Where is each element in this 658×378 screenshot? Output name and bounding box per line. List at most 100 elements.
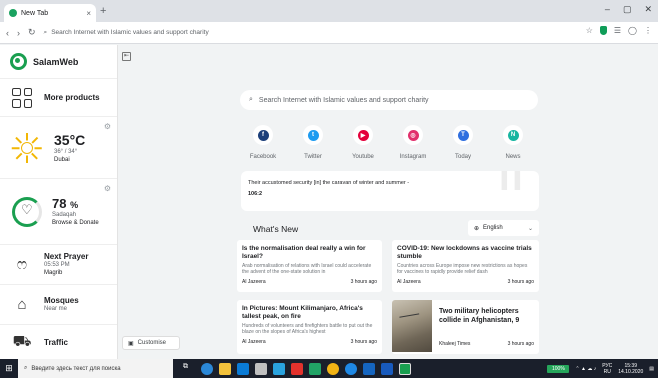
mosque-icon: ⌂ [17, 295, 27, 313]
sadaqah-settings-gear-icon[interactable]: ⚙ [104, 184, 111, 193]
customise-button[interactable]: ▣ Customise [122, 336, 180, 350]
photos-icon[interactable] [363, 362, 375, 375]
salamweb-taskbar-icon[interactable] [399, 362, 411, 375]
salamweb-logo-icon [10, 53, 27, 70]
car-icon: ⛟ [12, 333, 32, 350]
verse-text: Their accustomed security [in] the carav… [248, 180, 410, 186]
brand[interactable]: SalamWeb [0, 45, 117, 79]
toolbar-actions: ☆ ☰ ◯ ⋮ [586, 26, 652, 35]
sidebar-item-sadaqah[interactable]: ⚙ 78 % Sadaqah Browse & Donate [0, 179, 117, 245]
instagram-icon: ◎ [407, 129, 419, 141]
news-icon: N [507, 129, 519, 141]
address-bar[interactable]: ⌕ Search Internet with Islamic values an… [43, 24, 584, 41]
word-icon[interactable] [381, 362, 393, 375]
news-desc: Hundreds of volunteers and firefighters … [242, 323, 373, 335]
news-title: In Pictures: Mount Kilimanjaro, Africa's… [242, 305, 363, 320]
close-tab-icon[interactable]: × [86, 9, 91, 18]
shortcut-youtube[interactable]: ▶ Youtube [342, 125, 384, 160]
shortcut-facebook[interactable]: f Facebook [242, 125, 284, 160]
app-blue-icon[interactable] [273, 362, 285, 375]
new-tab-plus-icon[interactable]: + [100, 5, 106, 17]
sadaqah-percent: 78 % [52, 196, 79, 211]
prayer-name: Magrib [44, 270, 63, 276]
reload-icon[interactable]: ↻ [28, 27, 36, 38]
maximize-icon[interactable]: ▢ [623, 4, 632, 15]
app-globe-icon[interactable] [345, 362, 357, 375]
address-placeholder: Search Internet with Islamic values and … [51, 29, 209, 36]
sadaqah-title: Sadaqah [52, 212, 77, 218]
browser-toolbar: ‹ › ↻ ⌕ Search Internet with Islamic val… [0, 22, 658, 44]
window-controls: – ▢ ✕ [605, 4, 652, 15]
taskbar-search[interactable]: ⌕ Введите здесь текст для поиска [18, 359, 173, 378]
shortcut-today[interactable]: T Today [442, 125, 484, 160]
task-view-icon[interactable]: ⧉ [183, 363, 195, 375]
reading-list-icon[interactable]: ☰ [614, 26, 621, 35]
app-red-icon[interactable] [291, 362, 303, 375]
mosques-subtitle: Near me [44, 306, 68, 312]
tab-new-tab[interactable]: New Tab × [4, 4, 96, 22]
news-source: Khaleej Times [439, 341, 471, 347]
news-card[interactable]: In Pictures: Mount Kilimanjaro, Africa's… [237, 300, 382, 354]
facebook-icon: f [257, 129, 269, 141]
sidebar-item-mosques[interactable]: ⌂ Mosques Near me [0, 285, 117, 325]
edge-icon[interactable] [201, 362, 213, 375]
excel-icon[interactable] [309, 362, 321, 375]
close-window-icon[interactable]: ✕ [644, 4, 652, 15]
sidebar-item-weather[interactable]: ⚙ 35°C 36° / 34° Dubai [0, 117, 117, 179]
news-title: Is the normalisation deal really a win f… [242, 245, 366, 260]
search-input[interactable]: ⌕ Search Internet with Islamic values an… [240, 90, 538, 110]
sidebar-item-prayer[interactable]: ෆ Next Prayer 05:53 PM Magrib [0, 245, 117, 285]
news-heading: What's New [253, 224, 299, 234]
notifications-icon[interactable]: ▤ [649, 366, 654, 372]
back-icon[interactable]: ‹ [6, 28, 9, 38]
chrome-icon[interactable] [327, 362, 339, 375]
forward-icon[interactable]: › [17, 28, 20, 38]
quran-verse-card: " Their accustomed security [in] the car… [241, 171, 539, 211]
news-desc: Arab normalisation of relations with Isr… [242, 263, 372, 275]
news-card[interactable]: Two military helicopters collide in Afgh… [392, 300, 539, 354]
news-title: COVID-19: New lockdowns as vaccine trial… [397, 245, 532, 260]
news-card[interactable]: Is the normalisation deal really a win f… [237, 240, 382, 292]
shortcut-twitter[interactable]: t Twitter [292, 125, 334, 160]
system-tray: 100% ⌃ ▲ ☁ ♪ РУС RU 15:39 14.10.2020 ▤ [547, 359, 654, 378]
twitter-icon: t [307, 129, 319, 141]
file-explorer-icon[interactable] [219, 362, 231, 375]
mosques-title: Mosques [44, 296, 79, 305]
battery-indicator[interactable]: 100% [547, 364, 570, 373]
globe-icon: ⊕ [474, 225, 480, 232]
taskbar-apps: ⧉ [183, 362, 411, 375]
quote-mark-icon: " [495, 171, 527, 211]
collapse-sidebar-icon[interactable]: ⇤ [122, 52, 131, 61]
youtube-icon: ▶ [357, 129, 369, 141]
customise-label: Customise [137, 340, 167, 346]
sadaqah-gauge-icon [12, 196, 42, 227]
tray-icons[interactable]: ⌃ ▲ ☁ ♪ [575, 366, 596, 372]
minimize-icon[interactable]: – [605, 4, 610, 15]
bookmark-star-icon[interactable]: ☆ [586, 26, 593, 35]
shortcut-news[interactable]: N News [492, 125, 534, 160]
shortcut-label: Facebook [249, 154, 277, 160]
main-content: ⇤ ⌕ Search Internet with Islamic values … [118, 45, 658, 359]
windows-start-icon[interactable]: ⊞ [0, 363, 18, 374]
tray-clock[interactable]: 15:39 14.10.2020 [618, 363, 643, 375]
sidebar-item-traffic[interactable]: ⛟ Traffic [0, 325, 117, 359]
shortcuts: f Facebook t Twitter ▶ Youtube ◎ Instagr… [242, 125, 534, 160]
news-image [392, 300, 432, 352]
news-desc: Countries across Europe impose new restr… [397, 263, 528, 275]
news-card[interactable]: COVID-19: New lockdowns as vaccine trial… [392, 240, 539, 292]
app-icon[interactable] [255, 362, 267, 375]
weather-settings-gear-icon[interactable]: ⚙ [104, 122, 111, 131]
profile-icon[interactable]: ◯ [628, 26, 637, 35]
language-select[interactable]: ⊕ English ⌄ [468, 220, 539, 236]
sidebar: SalamWeb More products ⚙ 35°C 36° / 34° … [0, 45, 118, 359]
taskbar: ⊞ ⌕ Введите здесь текст для поиска ⧉ 100… [0, 359, 658, 378]
shortcut-instagram[interactable]: ◎ Instagram [392, 125, 434, 160]
sidebar-item-more-products[interactable]: More products [0, 79, 117, 117]
shortcut-label: Instagram [399, 154, 427, 160]
news-source: Al Jazeera [242, 279, 266, 285]
store-icon[interactable] [237, 362, 249, 375]
tray-language[interactable]: РУС RU [602, 363, 612, 375]
menu-icon[interactable]: ⋮ [644, 26, 652, 35]
search-icon: ⌕ [43, 28, 48, 36]
shield-icon[interactable] [599, 26, 607, 35]
